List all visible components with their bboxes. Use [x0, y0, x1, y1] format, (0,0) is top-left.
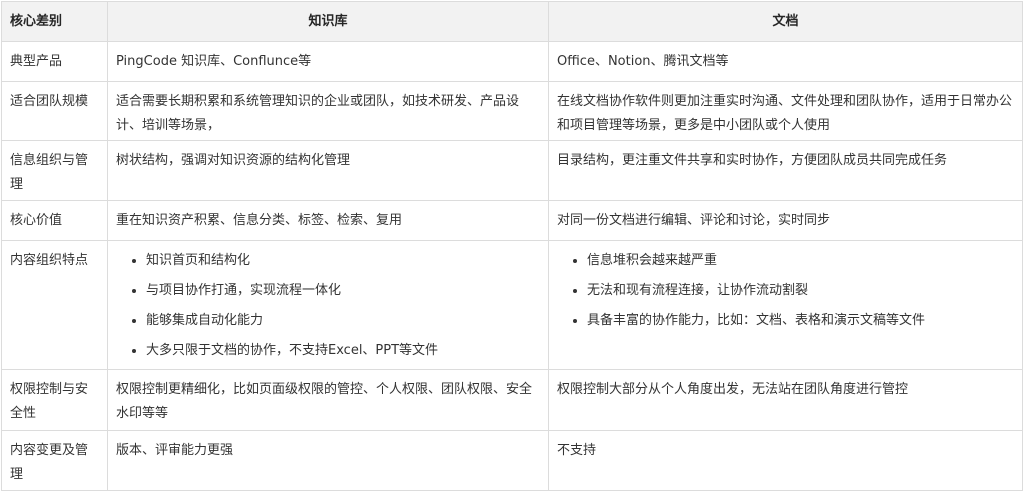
- table-row: 权限控制与安全性 权限控制更精细化，比如页面级权限的管控、个人权限、团队权限、安…: [1, 369, 1023, 431]
- kb-cell: PingCode 知识库、Conflunce等: [107, 41, 549, 82]
- row-key: 权限控制与安全性: [1, 369, 108, 431]
- row-key: 典型产品: [1, 41, 108, 82]
- table-row: 内容组织特点 知识首页和结构化 与项目协作打通，实现流程一体化 能够集成自动化能…: [1, 240, 1023, 370]
- doc-cell: 在线文档协作软件则更加注重实时沟通、文件处理和团队协作，适用于日常办公和项目管理…: [548, 81, 1023, 141]
- list-item: 能够集成自动化能力: [146, 309, 540, 333]
- kb-cell: 版本、评审能力更强: [107, 430, 549, 491]
- list-item: 信息堆积会越来越严重: [587, 249, 1014, 273]
- row-key: 核心价值: [1, 200, 108, 241]
- comparison-table: 核心差别 知识库 文档 典型产品 PingCode 知识库、Conflunce等…: [1, 1, 1023, 491]
- table-row: 典型产品 PingCode 知识库、Conflunce等 Office、Noti…: [1, 41, 1023, 82]
- row-key: 内容组织特点: [1, 240, 108, 370]
- doc-feature-list: 信息堆积会越来越严重 无法和现有流程连接，让协作流动割裂 具备丰富的协作能力，比…: [557, 249, 1014, 333]
- kb-cell: 重在知识资产积累、信息分类、标签、检索、复用: [107, 200, 549, 241]
- row-key: 适合团队规模: [1, 81, 108, 141]
- list-item: 具备丰富的协作能力，比如：文档、表格和演示文稿等文件: [587, 309, 1014, 333]
- kb-cell: 权限控制更精细化，比如页面级权限的管控、个人权限、团队权限、安全水印等等: [107, 369, 549, 431]
- doc-cell: 目录结构，更注重文件共享和实时协作，方便团队成员共同完成任务: [548, 140, 1023, 201]
- table-row: 信息组织与管理 树状结构，强调对知识资源的结构化管理 目录结构，更注重文件共享和…: [1, 140, 1023, 201]
- doc-cell: 对同一份文档进行编辑、评论和讨论，实时同步: [548, 200, 1023, 241]
- header-row: 核心差别 知识库 文档: [1, 1, 1023, 42]
- kb-cell: 知识首页和结构化 与项目协作打通，实现流程一体化 能够集成自动化能力 大多只限于…: [107, 240, 549, 370]
- table-row: 适合团队规模 适合需要长期积累和系统管理知识的企业或团队，如技术研发、产品设计、…: [1, 81, 1023, 141]
- doc-cell: 权限控制大部分从个人角度出发，无法站在团队角度进行管控: [548, 369, 1023, 431]
- row-key: 信息组织与管理: [1, 140, 108, 201]
- header-knowledge-base: 知识库: [107, 1, 549, 42]
- table-row: 内容变更及管理 版本、评审能力更强 不支持: [1, 430, 1023, 491]
- table-row: 核心价值 重在知识资产积累、信息分类、标签、检索、复用 对同一份文档进行编辑、评…: [1, 200, 1023, 241]
- doc-cell: 信息堆积会越来越严重 无法和现有流程连接，让协作流动割裂 具备丰富的协作能力，比…: [548, 240, 1023, 370]
- list-item: 与项目协作打通，实现流程一体化: [146, 279, 540, 303]
- kb-cell: 树状结构，强调对知识资源的结构化管理: [107, 140, 549, 201]
- list-item: 大多只限于文档的协作，不支持Excel、PPT等文件: [146, 339, 540, 363]
- list-item: 无法和现有流程连接，让协作流动割裂: [587, 279, 1014, 303]
- kb-cell: 适合需要长期积累和系统管理知识的企业或团队，如技术研发、产品设计、培训等场景，: [107, 81, 549, 141]
- doc-cell: Office、Notion、腾讯文档等: [548, 41, 1023, 82]
- list-item: 知识首页和结构化: [146, 249, 540, 273]
- row-key: 内容变更及管理: [1, 430, 108, 491]
- kb-feature-list: 知识首页和结构化 与项目协作打通，实现流程一体化 能够集成自动化能力 大多只限于…: [116, 249, 540, 363]
- header-core-difference: 核心差别: [1, 1, 108, 42]
- doc-cell: 不支持: [548, 430, 1023, 491]
- header-document: 文档: [548, 1, 1023, 42]
